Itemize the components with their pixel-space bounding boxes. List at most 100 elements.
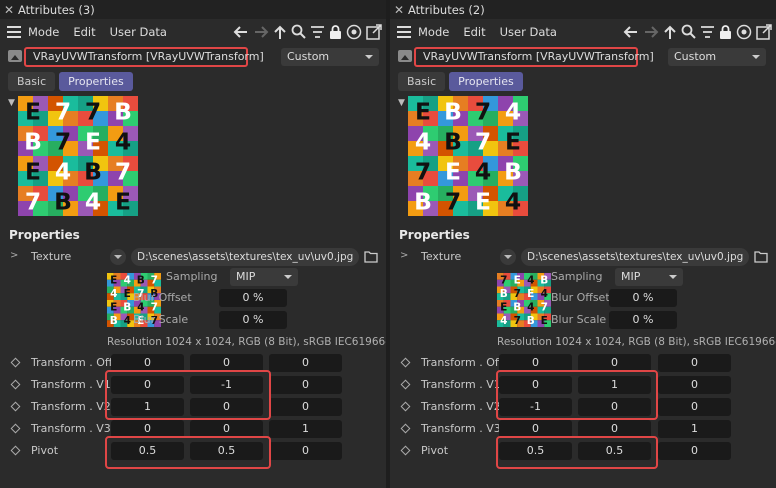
arrow-up-icon[interactable]: [273, 24, 287, 40]
title-bar: ✕ Attributes (3): [0, 0, 386, 19]
collapse-arrow-icon[interactable]: ▼: [8, 98, 15, 108]
hamburger-menu-icon[interactable]: [0, 19, 28, 44]
image-object-icon: [398, 50, 412, 62]
menu-user-data[interactable]: User Data: [110, 25, 167, 39]
search-icon[interactable]: [291, 24, 306, 40]
value-field-z[interactable]: 1: [269, 420, 342, 438]
arrow-up-icon[interactable]: [663, 24, 677, 40]
object-name-field[interactable]: VRayUVWTransform [VRayUVWTransform]: [414, 47, 654, 67]
value-field-x[interactable]: 0.5: [111, 442, 184, 460]
keyframe-diamond-icon[interactable]: [10, 379, 21, 390]
texture-dropdown-button[interactable]: [110, 249, 126, 265]
lock-icon[interactable]: [719, 24, 732, 40]
menu-user-data[interactable]: User Data: [500, 25, 557, 39]
keyframe-diamond-icon[interactable]: [400, 379, 411, 390]
value-field-z[interactable]: 0: [658, 376, 731, 394]
target-icon[interactable]: [346, 24, 362, 40]
value-field-x[interactable]: -1: [499, 398, 572, 416]
expand-chevron-icon[interactable]: >: [10, 250, 18, 261]
value-field-y[interactable]: 0.5: [190, 442, 263, 460]
tab-properties[interactable]: Properties: [449, 72, 523, 91]
texture-path-field[interactable]: D:\scenes\assets\textures\tex_uv\uv0.jpg: [131, 248, 359, 266]
value-field-y[interactable]: 0: [578, 420, 651, 438]
keyframe-diamond-icon[interactable]: [10, 357, 21, 368]
tab-basic[interactable]: Basic: [398, 72, 446, 91]
new-window-icon[interactable]: [756, 23, 772, 40]
value-field-x[interactable]: 1: [111, 398, 184, 416]
uv-tile-letter: 7: [115, 157, 131, 185]
keyframe-diamond-icon[interactable]: [10, 423, 21, 434]
lock-icon[interactable]: [329, 24, 342, 40]
menu-edit[interactable]: Edit: [463, 25, 485, 39]
value-field-x[interactable]: 0: [111, 376, 184, 394]
value-field-x[interactable]: 0.5: [499, 442, 572, 460]
uv-tile-letter: 4: [115, 127, 131, 155]
uv-tile-letter: B: [114, 97, 132, 125]
value-field-z[interactable]: 1: [658, 420, 731, 438]
value-field-y[interactable]: 0.5: [578, 442, 651, 460]
blur-scale-field[interactable]: 0 %: [219, 311, 287, 329]
value-field-x[interactable]: 0: [499, 420, 572, 438]
keyframe-diamond-icon[interactable]: [10, 401, 21, 412]
folder-icon[interactable]: [754, 250, 768, 263]
blur-offset-field[interactable]: 0 %: [219, 289, 287, 307]
sampling-select[interactable]: MIP: [615, 268, 683, 286]
folder-icon[interactable]: [364, 250, 378, 263]
value-field-z[interactable]: 0: [658, 442, 731, 460]
keyframe-diamond-icon[interactable]: [10, 445, 21, 456]
object-name-field[interactable]: VRayUVWTransform [VRayUVWTransform]: [24, 47, 264, 67]
value-field-x[interactable]: 0: [499, 354, 572, 372]
tab-properties[interactable]: Properties: [59, 72, 133, 91]
value-field-y[interactable]: 1: [578, 376, 651, 394]
mode-select[interactable]: Custom: [668, 48, 766, 66]
arrow-right-icon[interactable]: [643, 24, 659, 40]
menu-mode[interactable]: Mode: [418, 25, 449, 39]
value-field-y[interactable]: 0: [190, 354, 263, 372]
mode-select[interactable]: Custom: [281, 48, 379, 66]
menu-mode[interactable]: Mode: [28, 25, 59, 39]
value-field-z[interactable]: 0: [658, 398, 731, 416]
keyframe-diamond-icon[interactable]: [400, 423, 411, 434]
title-bar: ✕ Attributes (2): [390, 0, 776, 19]
filter-icon[interactable]: [700, 24, 715, 40]
mode-select-value: Custom: [287, 50, 330, 63]
arrow-left-icon[interactable]: [623, 24, 639, 40]
arrow-right-icon[interactable]: [253, 24, 269, 40]
texture-path-field[interactable]: D:\scenes\assets\textures\tex_uv\uv0.jpg: [521, 248, 749, 266]
sampling-select[interactable]: MIP: [230, 268, 298, 286]
menu-edit[interactable]: Edit: [73, 25, 95, 39]
hamburger-menu-icon[interactable]: [390, 19, 418, 44]
filter-icon[interactable]: [310, 24, 325, 40]
value-field-z[interactable]: 0: [269, 376, 342, 394]
uv-tile-letter: B: [500, 288, 508, 300]
close-icon[interactable]: ✕: [0, 3, 18, 17]
blur-offset-field[interactable]: 0 %: [609, 289, 677, 307]
expand-chevron-icon[interactable]: >: [400, 250, 408, 261]
new-window-icon[interactable]: [366, 23, 382, 40]
value-field-x[interactable]: 0: [499, 376, 572, 394]
value-field-y[interactable]: -1: [190, 376, 263, 394]
close-icon[interactable]: ✕: [390, 3, 408, 17]
search-icon[interactable]: [681, 24, 696, 40]
keyframe-diamond-icon[interactable]: [400, 357, 411, 368]
value-field-z[interactable]: 0: [269, 354, 342, 372]
arrow-left-icon[interactable]: [233, 24, 249, 40]
keyframe-diamond-icon[interactable]: [400, 445, 411, 456]
uv-tile-letter: 7: [475, 97, 491, 125]
value-field-z[interactable]: 0: [658, 354, 731, 372]
uv-tile-letter: 4: [124, 315, 131, 327]
value-field-z[interactable]: 0: [269, 442, 342, 460]
target-icon[interactable]: [736, 24, 752, 40]
value-field-y[interactable]: 0: [190, 420, 263, 438]
value-field-x[interactable]: 0: [111, 354, 184, 372]
collapse-arrow-icon[interactable]: ▼: [398, 98, 405, 108]
keyframe-diamond-icon[interactable]: [400, 401, 411, 412]
texture-dropdown-button[interactable]: [500, 249, 516, 265]
value-field-x[interactable]: 0: [111, 420, 184, 438]
value-field-z[interactable]: 0: [269, 398, 342, 416]
value-field-y[interactable]: 0: [578, 398, 651, 416]
value-field-y[interactable]: 0: [190, 398, 263, 416]
tab-basic[interactable]: Basic: [8, 72, 56, 91]
value-field-y[interactable]: 0: [578, 354, 651, 372]
blur-scale-field[interactable]: 0 %: [609, 311, 677, 329]
